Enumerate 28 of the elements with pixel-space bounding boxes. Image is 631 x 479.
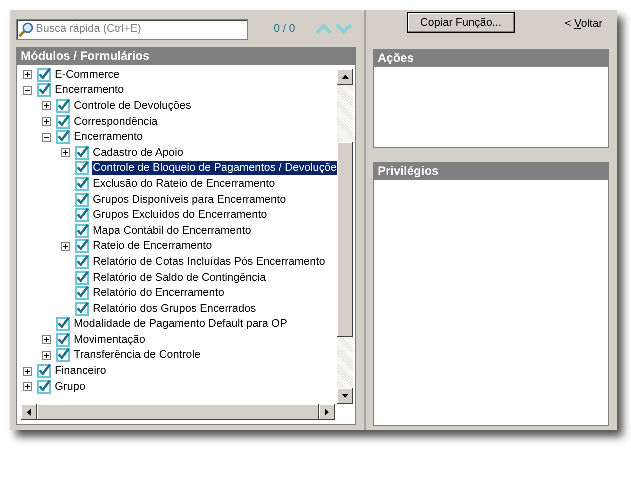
search-field[interactable]: Busca rápida (Ctrl+E) xyxy=(16,18,248,40)
copy-function-button[interactable]: Copiar Função... xyxy=(407,12,515,33)
panel-header: Ações xyxy=(373,49,609,67)
back-link[interactable]: < Voltar xyxy=(565,18,603,30)
tree-item[interactable]: Transferência de Controle xyxy=(73,348,202,362)
tree-item[interactable]: E-Commerce xyxy=(54,68,121,82)
panel-header: Privilégios xyxy=(373,162,609,180)
tree-item[interactable]: Movimentação xyxy=(73,332,147,347)
tree-item[interactable]: Controle de Bloqueio de Pagamentos / Devoluçõe xyxy=(92,161,337,176)
tree-item[interactable]: Correspondência xyxy=(73,114,159,129)
tree-item[interactable]: Encerramento xyxy=(54,83,126,98)
tree-item[interactable]: Relatório dos Grupos Encerrados xyxy=(92,302,258,316)
tree-item[interactable]: Rateio de Encerramento xyxy=(92,239,214,254)
tree-item[interactable]: Grupos Excluídos do Encerramento xyxy=(92,208,268,222)
tree-item[interactable]: Cadastro de Apoio xyxy=(92,146,185,160)
tree-item[interactable]: Exclusão do Rateio de Encerramento xyxy=(92,176,276,191)
tree-item[interactable]: Controle de Devoluções xyxy=(73,98,192,113)
match-count: 0 / 0 xyxy=(274,22,296,34)
tree-item[interactable]: Relatório de Saldo de Contingência xyxy=(92,270,268,285)
tree-item[interactable]: Grupos Disponíveis para Encerramento xyxy=(92,192,288,207)
panel-header: Módulos / Formulários xyxy=(16,47,356,65)
tree-item[interactable]: Relatório do Encerramento xyxy=(92,286,226,300)
tree-item[interactable]: Financeiro xyxy=(54,364,108,378)
tree-item[interactable]: Grupo xyxy=(54,380,87,394)
tree-item[interactable]: Relatório de Cotas Incluídas Pós Encerramento xyxy=(92,254,326,269)
tree-item[interactable]: Mapa Contábil do Encerramento xyxy=(92,224,252,238)
tree-item[interactable]: Modalidade de Pagamento Default para OP xyxy=(73,317,288,332)
tree-item[interactable]: Encerramento xyxy=(73,130,144,144)
